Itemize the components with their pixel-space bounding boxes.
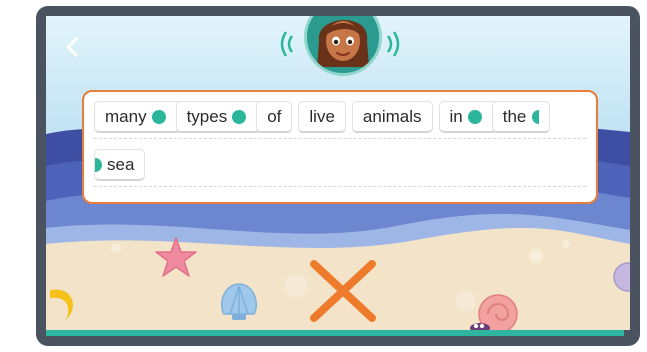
progress-bar — [46, 330, 630, 336]
word-chip-in[interactable]: in — [438, 101, 498, 133]
word-label: sea — [107, 154, 135, 174]
word-chip-live[interactable]: live — [298, 101, 346, 133]
connector-dot — [151, 109, 166, 124]
connector-dot — [467, 109, 482, 124]
wrong-answer-x-icon[interactable] — [308, 258, 378, 324]
sound-waves-left-icon — [280, 31, 294, 57]
back-button[interactable] — [60, 34, 84, 60]
word-label: of — [267, 106, 282, 126]
progress-bar-fill — [46, 330, 625, 336]
connector-half-dot — [532, 109, 540, 124]
sentence-row-2: sea — [94, 144, 586, 187]
word-chip-sea[interactable]: sea — [94, 149, 146, 181]
word-label: live — [309, 106, 335, 126]
word-chip-types[interactable]: types — [175, 101, 263, 133]
chevron-left-icon — [66, 37, 78, 57]
round-shell-icon — [613, 262, 630, 292]
seashell-icon — [220, 283, 258, 320]
sentence-answer-area: many types of live animals in the sea — [82, 90, 598, 204]
word-label: the — [502, 106, 527, 126]
word-chip-the[interactable]: the — [491, 101, 551, 133]
word-label: types — [186, 106, 228, 126]
word-label: in — [449, 106, 463, 126]
word-chip-many[interactable]: many — [94, 101, 182, 133]
character-face-icon — [317, 19, 369, 67]
sound-waves-right-icon — [386, 31, 400, 57]
starfish-icon — [155, 237, 197, 277]
connector-half-dot — [95, 157, 102, 172]
word-chip-animals[interactable]: animals — [351, 101, 433, 133]
banana-shell-icon — [50, 289, 73, 320]
game-screen: many types of live animals in the sea — [46, 16, 630, 336]
tablet-frame: many types of live animals in the sea — [36, 6, 640, 346]
connector-dot — [232, 109, 247, 124]
word-label: animals — [362, 106, 422, 126]
sentence-row-1: many types of live animals in the — [94, 96, 586, 139]
word-chip-of[interactable]: of — [256, 101, 293, 133]
word-label: many — [105, 106, 147, 126]
